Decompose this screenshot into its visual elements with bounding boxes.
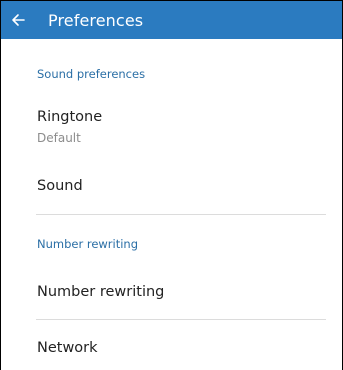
pref-item-ringtone[interactable]: Ringtone Default: [37, 109, 326, 145]
pref-item-network[interactable]: Network: [37, 340, 326, 356]
app-bar: Preferences: [1, 1, 342, 39]
pref-item-title: Ringtone: [37, 109, 103, 125]
page-title: Preferences: [48, 10, 144, 30]
section-header-sound-preferences: Sound preferences: [37, 67, 146, 81]
arrow-back-icon: [12, 14, 25, 26]
pref-item-title: Network: [37, 340, 98, 356]
divider: [36, 319, 326, 320]
pref-item-number-rewriting[interactable]: Number rewriting: [37, 284, 326, 300]
preferences-screen: Preferences Sound preferences Ringtone D…: [0, 0, 343, 370]
pref-item-title: Number rewriting: [37, 284, 165, 300]
divider: [36, 214, 326, 215]
back-button[interactable]: [10, 1, 40, 39]
pref-item-summary: Default: [37, 131, 81, 145]
pref-item-title: Sound: [37, 178, 83, 194]
section-header-number-rewriting: Number rewriting: [37, 237, 139, 251]
pref-item-sound[interactable]: Sound: [37, 178, 326, 194]
